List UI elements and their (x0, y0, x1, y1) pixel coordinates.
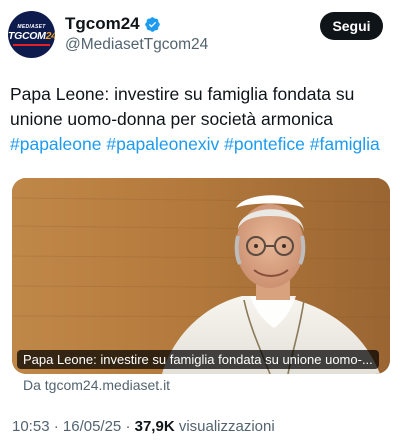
account-handle[interactable]: @MediasetTgcom24 (65, 36, 208, 54)
tweet-text: Papa Leone: investire su famiglia fondat… (10, 82, 395, 157)
views-count: 37,9K (134, 418, 175, 435)
display-name[interactable]: Tgcom24 (65, 14, 140, 34)
tweet-time[interactable]: 10:53 (12, 418, 50, 435)
views-label: visualizzazioni (178, 418, 275, 435)
avatar-logo-a: TGCOM (8, 30, 46, 42)
avatar-logo-b: 24 (45, 30, 55, 42)
tweet-header: MEDIASET TGCOM24 Tgcom24 @MediasetTgcom2… (0, 0, 400, 70)
tweet-text-line: unione uomo-donna per società armonica (10, 109, 333, 129)
hashtag-link[interactable]: #famiglia (310, 134, 380, 154)
pope-photo (12, 178, 390, 374)
hashtag-list: #papaleone #papaleonexiv #pontefice #fam… (10, 132, 395, 157)
hashtag-link[interactable]: #pontefice (224, 134, 305, 154)
link-source[interactable]: Da tgcom24.mediaset.it (23, 377, 170, 393)
tweet-date[interactable]: 16/05/25 (63, 418, 121, 435)
link-card-title: Papa Leone: investire su famiglia fondat… (17, 350, 379, 369)
avatar-logo-bar (13, 44, 50, 46)
avatar[interactable]: MEDIASET TGCOM24 (8, 11, 55, 58)
follow-button[interactable]: Segui (320, 12, 383, 40)
name-row: Tgcom24 (65, 12, 161, 36)
tweet-text-line: Papa Leone: investire su famiglia fondat… (10, 84, 355, 104)
verified-badge-icon (144, 16, 161, 33)
hashtag-link[interactable]: #papaleonexiv (106, 134, 219, 154)
hashtag-link[interactable]: #papaleone (10, 134, 101, 154)
avatar-logo-text: TGCOM24 (8, 30, 55, 42)
tweet-metadata: 10:53 · 16/05/25 · 37,9K visualizzazioni (12, 418, 275, 435)
link-card-image[interactable]: Papa Leone: investire su famiglia fondat… (12, 178, 390, 374)
